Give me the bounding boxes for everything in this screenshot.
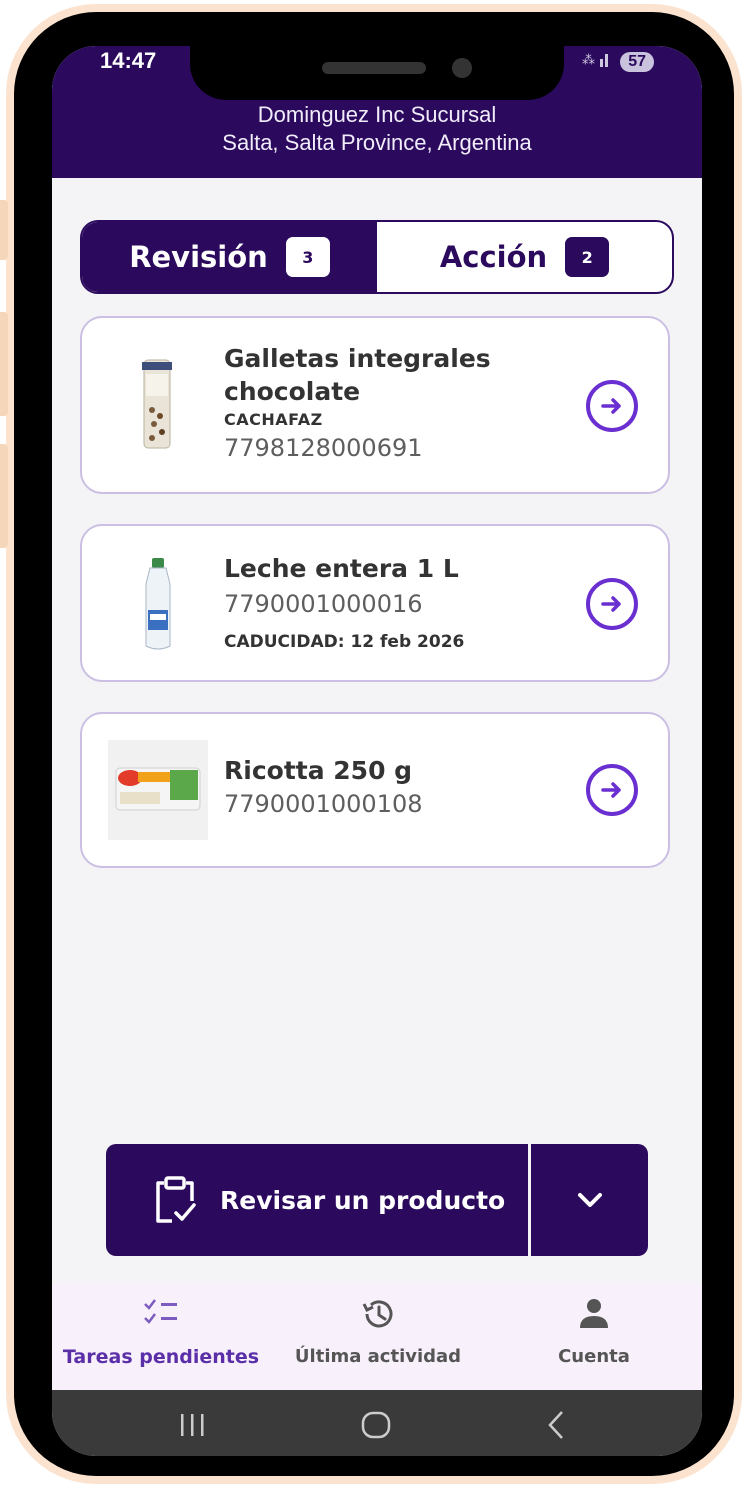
phone-side-button — [0, 312, 8, 416]
arrow-right-icon — [601, 596, 621, 612]
svg-text:⁂: ⁂ — [582, 52, 595, 67]
product-title-line: chocolate — [224, 377, 361, 406]
nav-label: Última actividad — [294, 1346, 462, 1367]
camera-notch — [190, 46, 564, 100]
nav-ultima-actividad[interactable]: Última actividad — [284, 1284, 472, 1390]
task-list-icon — [144, 1299, 177, 1324]
phone-side-button — [0, 200, 8, 260]
review-product-split-button: Revisar un producto — [106, 1144, 648, 1256]
status-time: 14:47 — [100, 48, 157, 73]
arrow-right-icon — [601, 782, 621, 798]
product-image — [108, 354, 208, 454]
count-badge: 2 — [565, 237, 610, 277]
tab-label: Acción — [439, 240, 548, 274]
app-header: 14:47 ⁂ 57 Dominguez Inc Sucursal Salta,… — [52, 46, 702, 178]
product-code: 7790001000016 — [224, 590, 423, 618]
bottom-navigation: Tareas pendientes Última actividad Cuent… — [52, 1284, 702, 1390]
app-screen: 14:47 ⁂ 57 Dominguez Inc Sucursal Salta,… — [52, 46, 702, 1456]
product-title: Galletas integrales chocolate — [224, 342, 554, 408]
speaker-grille — [322, 62, 426, 74]
open-product-button[interactable] — [586, 764, 638, 816]
count-badge: 3 — [285, 237, 330, 277]
open-product-button[interactable] — [586, 380, 638, 432]
nav-label: Tareas pendientes — [62, 1346, 260, 1368]
tab-accion[interactable]: Acción 2 — [377, 222, 672, 292]
arrow-right-icon — [601, 398, 621, 414]
store-location: Salta, Salta Province, Argentina — [222, 130, 532, 155]
product-title: Ricotta 250 g — [224, 756, 413, 785]
product-card[interactable]: Ricotta 250 g 7790001000108 — [80, 712, 670, 868]
product-image — [108, 554, 208, 654]
product-brand: CACHAFAZ — [224, 410, 323, 429]
person-icon — [580, 1299, 608, 1328]
product-title-line: Galletas integrales — [224, 344, 491, 373]
product-title: Leche entera 1 L — [224, 554, 459, 583]
more-options-button[interactable] — [531, 1144, 648, 1256]
product-card[interactable]: Galletas integrales chocolate CACHAFAZ 7… — [80, 316, 670, 494]
front-camera — [452, 58, 472, 78]
recent-apps-icon[interactable] — [178, 1412, 208, 1438]
expiry-date: CADUCIDAD: 12 feb 2026 — [224, 632, 465, 652]
product-code: 7798128000691 — [224, 434, 423, 462]
product-code: 7790001000108 — [224, 790, 423, 818]
nav-tareas-pendientes[interactable]: Tareas pendientes — [52, 1284, 270, 1390]
review-product-button[interactable]: Revisar un producto — [106, 1144, 528, 1256]
tab-label: Revisión — [129, 240, 268, 274]
store-name: Dominguez Inc Sucursal — [257, 102, 497, 127]
signal-icon: ⁂ — [582, 50, 612, 73]
tab-revision[interactable]: Revisión 3 — [82, 222, 377, 292]
tab-switcher: Revisión 3 Acción 2 — [80, 220, 674, 294]
chevron-down-icon — [577, 1193, 602, 1207]
battery-indicator: 57 — [620, 51, 654, 72]
open-product-button[interactable] — [586, 578, 638, 630]
home-icon[interactable] — [360, 1410, 392, 1440]
system-navigation-bar — [52, 1390, 702, 1456]
nav-label: Cuenta — [558, 1346, 630, 1367]
product-image — [108, 740, 208, 840]
history-icon — [362, 1300, 393, 1328]
status-indicators: ⁂ 57 — [582, 50, 654, 73]
product-card[interactable]: Leche entera 1 L 7790001000016 CADUCIDAD… — [80, 524, 670, 682]
phone-side-button — [0, 444, 8, 548]
review-product-label: Revisar un producto — [220, 1185, 506, 1215]
nav-cuenta[interactable]: Cuenta — [502, 1284, 686, 1390]
back-icon[interactable] — [546, 1410, 566, 1440]
clipboard-check-icon — [156, 1176, 196, 1223]
